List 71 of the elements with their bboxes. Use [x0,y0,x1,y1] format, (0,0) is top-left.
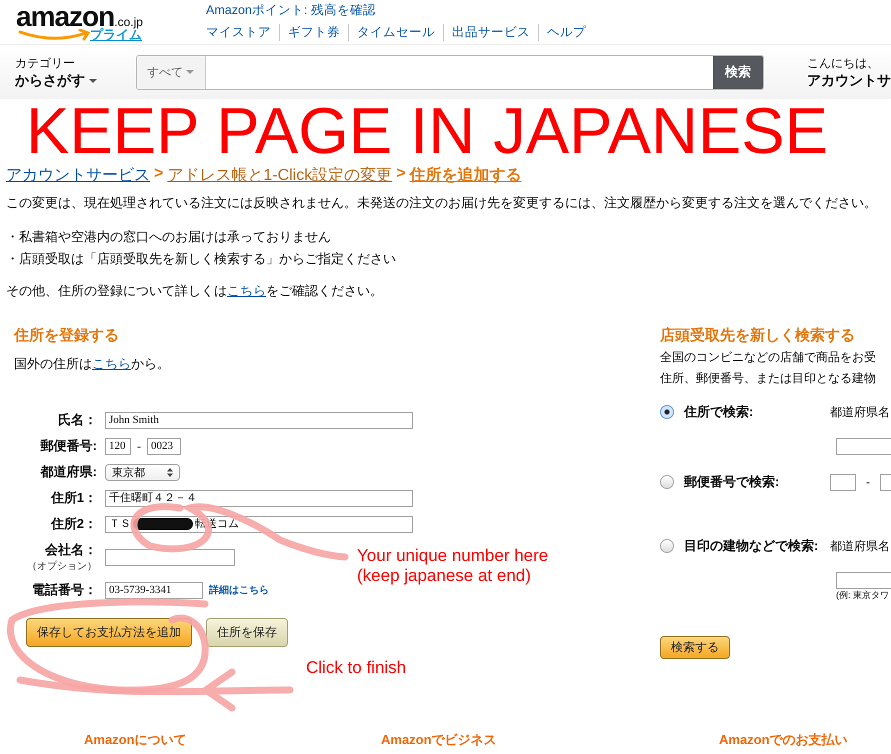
input-field[interactable]: 03-5739-3341 [105,582,203,598]
input-field[interactable]: 120 [105,438,131,454]
input-field[interactable]: 千住曙町４２－４ [105,490,413,506]
nav-link[interactable]: 出品サービス [443,24,538,41]
section-heading: 住所を登録する [14,326,120,345]
field-label: 氏名： [58,411,97,429]
option-label: 目印の建物などで検索: [684,537,820,555]
description-text: 住所、郵便番号、または目印となる建物 [660,370,877,387]
logo-domain: .co.jp [114,15,143,29]
search-button[interactable]: 検索 [713,56,763,88]
footer-heading: Amazonでビジネス [381,731,498,749]
breadcrumb-separator: > [154,165,164,184]
field-label: 都道府県名 [830,538,890,554]
example-text: (例: 東京タワ [836,589,890,602]
nav-link[interactable]: タイムセール [348,24,443,41]
radio-button[interactable] [660,475,674,489]
dash-text: - [137,438,141,454]
save-button[interactable]: 住所を保存 [206,618,288,647]
category-menu[interactable]: からさがす [15,72,136,90]
greeting-text: こんにちは、 [807,54,880,72]
search-field[interactable]: すべて 検索 [136,54,764,90]
save-and-pay-button[interactable]: 保存してお支払方法を追加 [26,618,192,647]
option-label: 郵便番号で検索: [684,473,780,491]
breadcrumb-separator: > [396,165,406,184]
account-menu[interactable]: アカウントサ [807,72,891,90]
category-label: カテゴリー [15,54,76,72]
annotation-text: Click to finish [306,658,406,678]
annotation-text: Your unique number here [357,546,548,566]
breadcrumb-link[interactable]: アカウントサービス [6,165,150,186]
breadcrumb-current: 住所を追加する [410,166,522,186]
here-link[interactable]: こちら [227,283,266,298]
annotation-text: (keep japanese at end) [357,566,532,586]
description-text: 全国のコンビニなどの店舗で商品をお受 [660,349,877,366]
updown-icon [167,468,173,476]
scope-dropdown[interactable]: すべて [136,56,206,88]
radio-button[interactable] [660,539,674,553]
field-label: 都道府県名 [830,404,890,420]
info-text: その他、住所の登録について詳しくはこちら をご確認ください。 [6,282,384,300]
notice-text: この変更は、現在処理されている注文には反映されません。未発送の注文のお届け先を変更するには、注文履歴から変更する注文を選んでください。 [6,194,878,212]
input-field[interactable]: 0023 [147,438,181,454]
field-label: 電話番号： [32,581,97,599]
annotation-title: KEEP PAGE IN JAPANESE [26,98,828,164]
dash-text: - [866,475,870,489]
breadcrumb-link[interactable]: アドレス帳と1-Click設定の変更 [167,165,392,186]
optional-note: （オプション） [27,560,97,573]
smile-arrow-icon [18,29,92,41]
field-label: 郵便番号: [40,437,97,455]
field-label: 住所1： [50,489,97,507]
nav-link[interactable]: ギフト券 [279,24,348,41]
field-label: 都道府県: [40,463,97,481]
nav-link[interactable]: マイストア [206,24,279,41]
prefecture-select[interactable]: 東京都 [105,464,180,480]
field-label: 会社名： [45,541,97,559]
here-link[interactable]: こちら [92,356,131,371]
bullet-text: ・店頭受取は「店頭受取先を新しく検索する」からご指定ください [6,250,397,268]
field-label: 住所2： [50,515,97,533]
bullet-text: ・私書箱や空港内の窓口へのお届けは承っておりません [6,228,332,246]
footer-heading: Amazonでのお支払い [719,731,848,749]
input-field[interactable] [105,548,235,566]
nav-link[interactable]: ヘルプ [538,24,594,41]
section-heading: 店頭受取先を新しく検索する [660,326,856,345]
footer-heading: Amazonについて [84,731,188,749]
option-label: 住所で検索: [684,403,754,421]
radio-button[interactable] [660,405,674,419]
details-link[interactable]: 詳細はこちら [209,583,269,597]
input-field[interactable] [830,474,856,490]
input-field[interactable]: ＴＳ 転送コム [105,516,413,532]
search-button[interactable]: 検索する [660,636,730,659]
input-field[interactable]: John Smith [105,412,413,428]
overseas-text: 国外の住所はこちらから。 [14,355,171,373]
points-link[interactable]: Amazonポイント: 残高を確認 [206,2,594,19]
